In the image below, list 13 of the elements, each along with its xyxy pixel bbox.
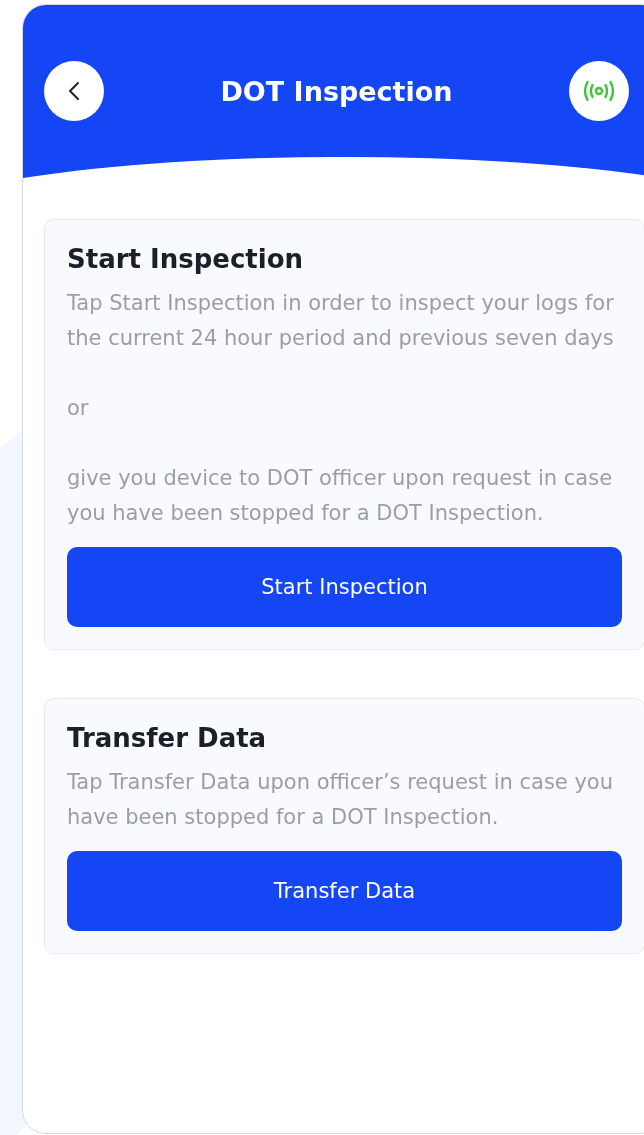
card-title: Start Inspection [67,244,305,274]
broadcast-icon [582,80,616,102]
back-button[interactable] [44,61,104,121]
card-description: Tap Transfer Data upon officer’s request in case you have been stopped for a DOT Inspection. [67,769,615,831]
screen-title: DOT Inspection [220,75,453,107]
card-description: give you device to DOT officer upon request in case you have been stopped for a DOT Inspection. [67,465,614,527]
broadcast-button[interactable] [569,61,629,121]
card-description: Tap Start Inspection in order to inspect your logs for the current 24 hour period and previous seven days [67,290,615,352]
card-title: Transfer Data [67,723,268,753]
action-button[interactable]: Transfer Data [67,851,622,931]
card-description: or [67,395,90,422]
action-button[interactable]: Start Inspection [67,547,622,627]
chevron-left-icon [68,81,80,101]
